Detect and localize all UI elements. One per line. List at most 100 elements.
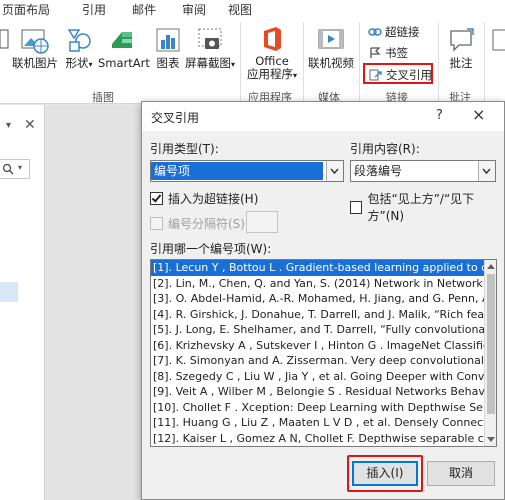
separator-input <box>246 211 278 233</box>
separate-numbers-label: 编号分隔符(S) <box>168 217 245 231</box>
list-item[interactable]: [5]. J. Long, E. Shelhamer, and T. Darre… <box>151 322 485 338</box>
tab-mailings[interactable]: 邮件 <box>132 1 156 18</box>
office-label-line2: 应用程序 <box>246 67 293 81</box>
office-icon <box>264 27 281 51</box>
include-above-below-label: 包括“见上方”/“见下方”(N) <box>367 192 475 223</box>
group-separator <box>484 22 485 102</box>
header-button-partial[interactable] <box>490 26 505 57</box>
picture-button-partial[interactable] <box>0 26 10 55</box>
numbered-items-list[interactable]: [1]. Lecun Y , Bottou L . Gradient-based… <box>150 259 497 447</box>
reference-type-select[interactable]: 编号项 <box>150 160 344 182</box>
chevron-down-icon: ▾ <box>88 60 93 69</box>
smartart-button[interactable]: SmartArt <box>98 26 150 70</box>
list-item[interactable]: [11]. Huang G , Liu Z , Maaten L V D , e… <box>151 415 485 431</box>
close-icon[interactable]: ✕ <box>24 117 36 133</box>
cancel-button[interactable]: 取消 <box>427 461 495 486</box>
screenshot-icon <box>198 28 222 49</box>
chart-label: 图表 <box>156 56 180 70</box>
group-label-illustrations: 插图 <box>92 91 114 104</box>
help-button[interactable]: ? <box>436 108 443 123</box>
list-scrollbar[interactable] <box>484 260 496 446</box>
shapes-button[interactable]: 形状▾ <box>62 26 96 71</box>
scroll-down-icon[interactable] <box>487 437 495 442</box>
list-item[interactable]: [3]. O. Abdel-Hamid, A.-R. Mohamed, H. J… <box>151 291 485 307</box>
separate-numbers-checkbox: 编号分隔符(S) <box>150 215 245 232</box>
reference-type-label: 引用类型(T): <box>150 142 219 156</box>
group-separator <box>359 22 360 102</box>
checkbox-box <box>350 200 363 214</box>
tab-page-layout[interactable]: 页面布局 <box>2 1 50 18</box>
chart-button[interactable]: 图表 <box>152 26 184 70</box>
picture-icon <box>0 29 9 49</box>
chevron-down-icon[interactable] <box>478 161 495 181</box>
hyperlink-button[interactable]: 超链接 <box>368 24 420 40</box>
group-separator <box>303 22 304 102</box>
smartart-label: SmartArt <box>98 56 150 70</box>
close-button[interactable]: × <box>472 105 485 124</box>
which-item-label: 引用哪一个编号项(W): <box>150 242 272 256</box>
checkbox-box <box>150 192 163 205</box>
comment-label: 批注 <box>449 56 473 70</box>
nav-selected-item[interactable] <box>0 282 18 302</box>
list-item[interactable]: [4]. R. Girshick, J. Donahue, T. Darrell… <box>151 307 485 323</box>
hyperlink-label: 超链接 <box>385 25 420 39</box>
insert-hyperlink-checkbox[interactable]: 插入为超链接(H) <box>150 190 258 207</box>
chevron-down-icon[interactable]: ▾ <box>18 163 22 172</box>
pane-menu-icon[interactable]: ▾ <box>6 120 11 131</box>
list-item[interactable]: [2]. Lin, M., Chen, Q. and Yan, S. (2014… <box>151 276 485 292</box>
insert-hyperlink-label: 插入为超链接(H) <box>168 192 259 206</box>
dialog-title: 交叉引用 <box>151 111 200 125</box>
header-icon <box>492 29 505 51</box>
search-icon <box>2 163 14 175</box>
link-icon <box>368 28 382 36</box>
comment-button[interactable]: 批注 <box>444 26 478 70</box>
comment-icon <box>450 28 474 52</box>
chevron-down-icon[interactable] <box>326 161 343 181</box>
cross-reference-highlight <box>363 63 433 84</box>
tab-references[interactable]: 引用 <box>82 1 106 18</box>
online-pictures-button[interactable]: 联机图片 <box>10 26 60 70</box>
list-item[interactable]: [1]. Lecun Y , Bottou L . Gradient-based… <box>151 260 485 276</box>
scroll-thumb[interactable] <box>487 274 495 414</box>
shapes-label: 形状 <box>65 56 89 70</box>
group-separator <box>438 22 439 102</box>
list-item[interactable]: [7]. K. Simonyan and A. Zisserman. Very … <box>151 353 485 369</box>
cross-reference-dialog: 交叉引用 ? × 引用类型(T): 编号项 引用内容(R): 段落编号 插入为超… <box>141 101 505 500</box>
reference-content-value: 段落编号 <box>354 164 403 178</box>
group-separator <box>240 22 241 102</box>
reference-content-select[interactable]: 段落编号 <box>350 160 496 182</box>
screenshot-button[interactable]: 屏幕截图▾ <box>184 26 236 71</box>
scroll-up-icon[interactable] <box>487 264 495 269</box>
online-video-button[interactable]: 联机视频 <box>306 26 356 70</box>
online-pictures-icon <box>21 29 49 54</box>
list-item[interactable]: [9]. Veit A , Wilber M , Belongie S . Re… <box>151 384 485 400</box>
bookmark-label: 书签 <box>385 46 408 60</box>
online-video-label: 联机视频 <box>308 56 354 70</box>
reference-type-value: 编号项 <box>151 162 323 180</box>
bookmark-icon <box>370 47 381 58</box>
dialog-title-bar: 交叉引用 ? × <box>142 102 504 131</box>
chevron-down-icon: ▾ <box>230 60 235 69</box>
tab-review[interactable]: 审阅 <box>182 1 206 18</box>
list-item[interactable]: [12]. Kaiser L , Gomez A N, Chollet F. D… <box>151 431 485 447</box>
online-video-icon <box>318 29 344 49</box>
list-item[interactable]: [6]. Krizhevsky A , Sutskever I , Hinton… <box>151 338 485 354</box>
list-item[interactable]: [10]. Chollet F . Xception: Deep Learnin… <box>151 400 485 416</box>
screenshot-label: 屏幕截图 <box>184 56 231 70</box>
navigation-pane: ▾ ✕ ▾ <box>0 105 45 500</box>
include-above-below-checkbox[interactable]: 包括“见上方”/“见下方”(N) <box>350 190 504 224</box>
check-icon <box>151 192 162 203</box>
insert-button-highlight <box>347 455 423 492</box>
office-apps-button[interactable]: Office 应用程序▾ <box>244 26 300 82</box>
tab-view[interactable]: 视图 <box>228 1 252 18</box>
list-item[interactable]: [8]. Szegedy C , Liu W , Jia Y , et al. … <box>151 369 485 385</box>
bar-chart-icon <box>156 28 180 52</box>
ribbon: 联机图片 形状▾ SmartArt 图表 屏幕截图▾ Office 应用程序▾ … <box>0 18 505 104</box>
online-pictures-label: 联机图片 <box>12 56 58 70</box>
reference-content-label: 引用内容(R): <box>350 142 420 156</box>
ribbon-tab-bar: 页面布局 引用 邮件 审阅 视图 <box>0 0 505 18</box>
bookmark-button[interactable]: 书签 <box>368 45 408 61</box>
search-input[interactable]: ▾ <box>0 159 30 179</box>
smartart-icon <box>112 32 132 48</box>
checkbox-box <box>150 217 163 230</box>
